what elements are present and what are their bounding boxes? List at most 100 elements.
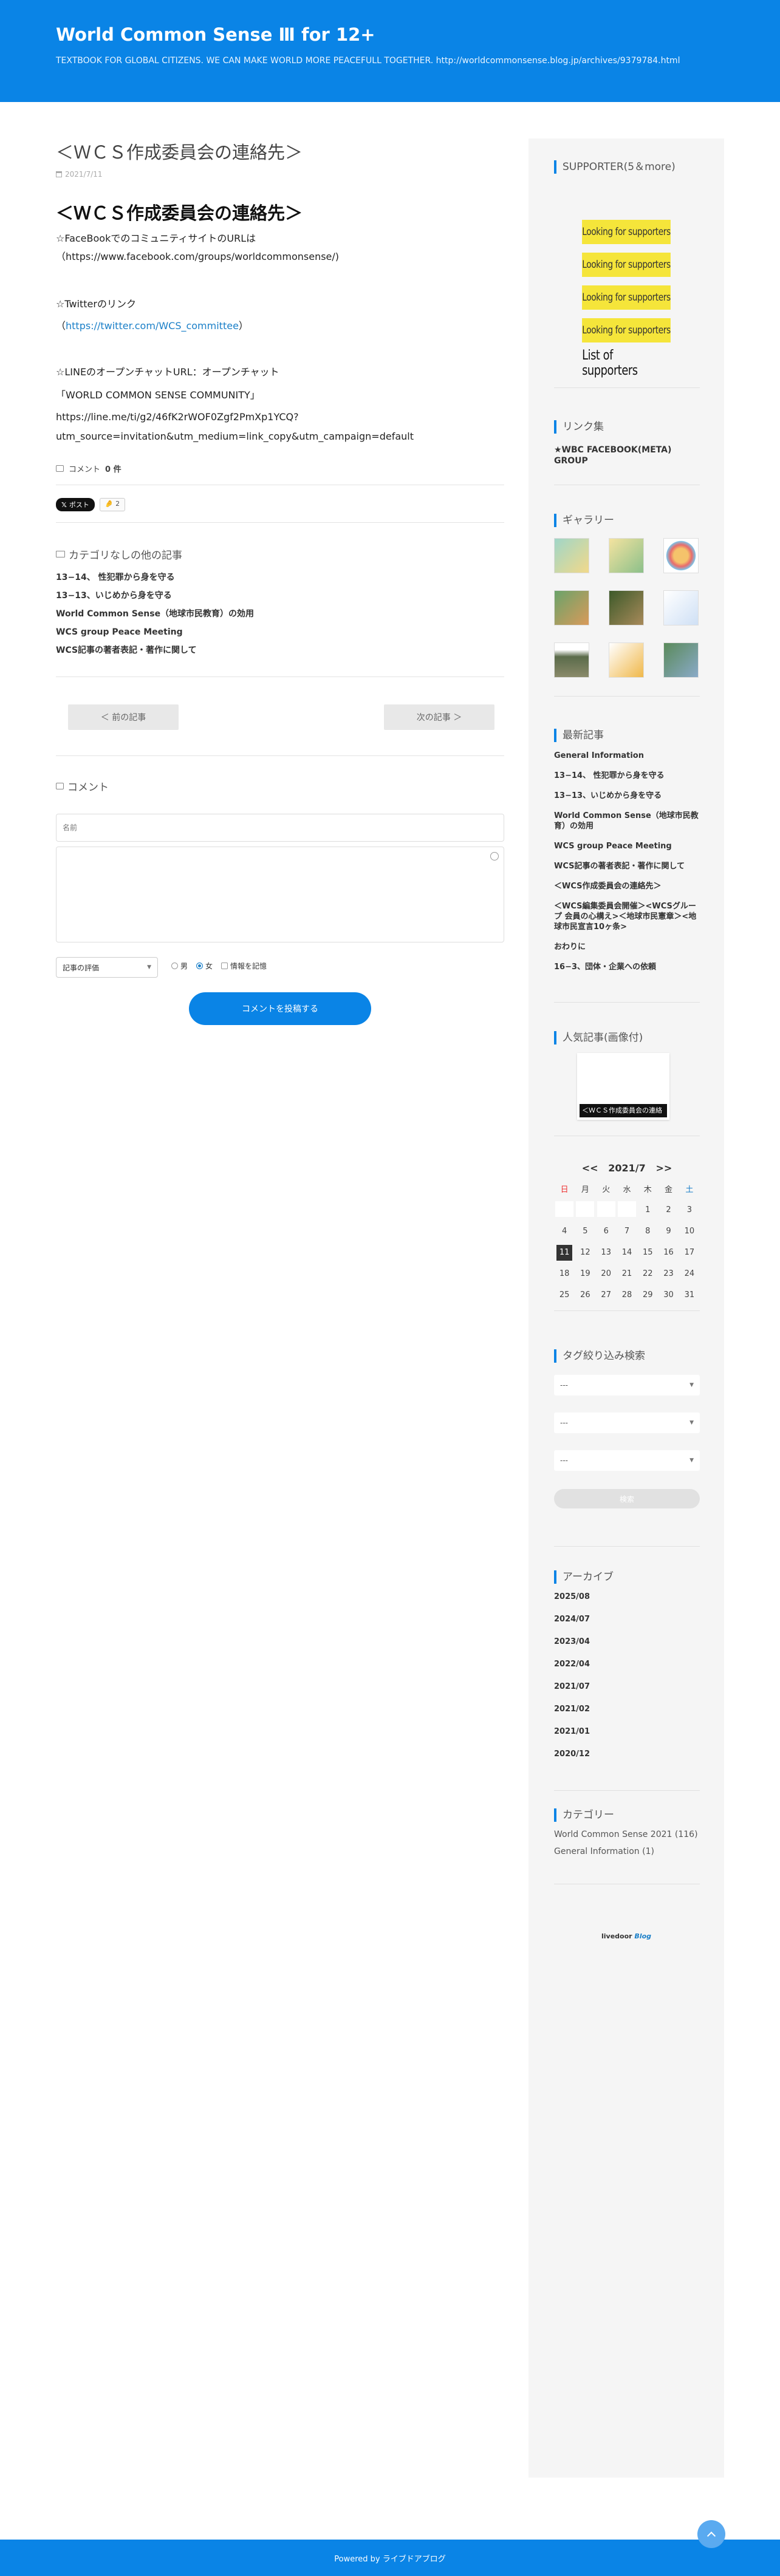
popular-article-caption: ＜ＷＣＳ作成委員会の連絡 (580, 1104, 667, 1117)
calendar-day-number: 19 (580, 1269, 590, 1278)
calendar-prev-button[interactable]: << (582, 1162, 598, 1174)
recent-article-link[interactable]: WCS記事の著者表記・著作に関して (554, 861, 700, 871)
back-to-top-button[interactable] (697, 2520, 725, 2548)
next-article-button[interactable]: 次の記事 ＞ (384, 704, 494, 730)
rating-select[interactable]: 記事の評価 ▼ (56, 957, 158, 978)
radio-icon (171, 963, 178, 969)
calendar-day: 29 (637, 1284, 658, 1306)
archive-link[interactable]: 2025/08 (554, 1592, 590, 1615)
category-link[interactable]: General Information (1) (554, 1846, 700, 1857)
archive-list: 2025/08 2024/07 2023/04 2022/04 2021/07 … (554, 1592, 590, 1772)
recent-article-link[interactable]: WCS group Peace Meeting (554, 841, 700, 851)
recent-article-link[interactable]: 13−14、 性犯罪から身を守る (554, 771, 700, 781)
tag-select[interactable]: --- ▼ (554, 1450, 700, 1471)
recent-article-link[interactable]: World Common Sense（地球市民教育）の効用 (554, 811, 700, 831)
supporter-list-banner[interactable]: List of supporters (582, 348, 671, 378)
gender-female-label: 女 (205, 962, 213, 970)
prev-article-button[interactable]: ＜ 前の記事 (68, 704, 179, 730)
gender-male-radio[interactable]: 男 (171, 961, 188, 971)
gallery-thumbnail[interactable] (554, 642, 589, 678)
calendar-day-number: 20 (601, 1269, 611, 1278)
twitter-open-paren: （ (56, 320, 66, 332)
gallery-thumbnail[interactable] (609, 590, 644, 625)
twitter-link[interactable]: https://twitter.com/WCS_committee (66, 320, 239, 332)
calendar-day-today[interactable]: 11 (554, 1242, 575, 1263)
rating-select-value: 記事の評価 (63, 963, 100, 972)
name-input[interactable] (56, 814, 504, 842)
gallery-thumbnail[interactable] (554, 538, 589, 573)
calendar-day-number: 5 (583, 1227, 588, 1236)
twitter-url-line: （https://twitter.com/WCS_committee） (56, 319, 248, 333)
chevron-up-icon (706, 2531, 716, 2540)
popular-article-card[interactable]: ＜ＷＣＳ作成委員会の連絡 (577, 1053, 669, 1120)
x-post-button[interactable]: 𝕏 ポスト (56, 498, 95, 511)
archive-link[interactable]: 2023/04 (554, 1637, 590, 1660)
calendar-day: 30 (658, 1284, 679, 1306)
fb-line: ☆FaceBookでのコミュニティサイトのURLは (56, 233, 256, 244)
gallery-thumbnail[interactable] (609, 642, 644, 678)
supporter-banner[interactable]: Looking for supporters (582, 285, 671, 310)
recent-article-link[interactable]: General Information (554, 751, 700, 761)
gallery-thumbnail[interactable] (663, 538, 699, 573)
tag-select[interactable]: --- ▼ (554, 1412, 700, 1433)
links-widget-title: リンク集 (554, 420, 604, 434)
comment-count-row[interactable]: コメント 0 件 (56, 463, 121, 474)
remember-checkbox[interactable]: 情報を記憶 (221, 961, 267, 971)
site-title[interactable]: World Common Sense Ⅲ for 12+ (56, 24, 375, 45)
archive-link[interactable]: 2021/01 (554, 1727, 590, 1750)
gallery-thumbnail[interactable] (663, 642, 699, 678)
recent-article-link[interactable]: おわりに (554, 942, 700, 952)
comment-textarea[interactable] (56, 847, 504, 942)
calendar-day-number: 17 (684, 1248, 695, 1257)
archive-link[interactable]: 2022/04 (554, 1660, 590, 1682)
post-title: ＜ＷＣＳ作成委員会の連絡先＞ (56, 142, 303, 163)
archive-link[interactable]: 2020/12 (554, 1750, 590, 1772)
gallery-thumbnail[interactable] (663, 590, 699, 625)
calendar-icon (56, 171, 62, 177)
calendar-day: 21 (617, 1263, 637, 1284)
category-article-link[interactable]: 13−13、いじめから身を守る (56, 587, 254, 605)
link-item[interactable]: ★WBC FACEBOOK(META) GROUP (554, 445, 700, 466)
gallery-thumbnail[interactable] (554, 590, 589, 625)
calendar-day-number: 9 (666, 1227, 671, 1236)
calendar-day-number: 6 (603, 1227, 609, 1236)
widget-divider (554, 387, 700, 388)
category-article-link[interactable]: 13−14、 性犯罪から身を守る (56, 568, 254, 587)
like-button[interactable]: 🤌 2 (99, 498, 126, 511)
divider (56, 755, 504, 756)
category-link[interactable]: World Common Sense 2021 (116) (554, 1829, 700, 1840)
supporter-banner[interactable]: Looking for supporters (582, 318, 671, 342)
calendar-day-number: 27 (601, 1290, 611, 1300)
calendar-day: 26 (575, 1284, 595, 1306)
category-article-link[interactable]: WCS group Peace Meeting (56, 623, 254, 641)
category-article-link[interactable]: WCS記事の著者表記・著作に関して (56, 641, 254, 659)
category-article-link[interactable]: World Common Sense（地球市民教育）の効用 (56, 605, 254, 623)
recent-article-link[interactable]: ＜WCS作成委員会の連絡先＞ (554, 881, 700, 891)
archive-link[interactable]: 2021/02 (554, 1705, 590, 1727)
supporter-banner[interactable]: Looking for supporters (582, 220, 671, 244)
recent-article-link[interactable]: ＜WCS編集委員会開催＞<WCSグループ 会員の心構え>＜地球市民憲章＞<地球市… (554, 901, 700, 932)
recent-article-link[interactable]: 16−3、団体・企業への依頼 (554, 962, 700, 972)
calendar-day-number: 30 (663, 1290, 674, 1300)
calendar-day: 28 (617, 1284, 637, 1306)
tag-search-button[interactable]: 検索 (554, 1489, 700, 1508)
gallery-thumbnail[interactable] (609, 538, 644, 573)
footer-text[interactable]: Powered by ライブドアブログ (334, 2552, 445, 2564)
livedoor-blog-logo[interactable]: livedoor Blog (529, 1932, 724, 1940)
recent-article-link[interactable]: 13−13、いじめから身を守る (554, 791, 700, 801)
checkbox-icon (221, 963, 228, 969)
calendar-day-number: 24 (684, 1269, 695, 1278)
tag-select[interactable]: --- ▼ (554, 1375, 700, 1395)
recent-articles-list: General Information 13−14、 性犯罪から身を守る 13−… (554, 751, 700, 982)
widget-divider (554, 1790, 700, 1791)
submit-comment-button[interactable]: コメントを投稿する (189, 992, 371, 1025)
supporter-banner[interactable]: Looking for supporters (582, 253, 671, 277)
gender-female-radio[interactable]: 女 (196, 961, 213, 971)
calendar-next-button[interactable]: >> (655, 1162, 672, 1174)
comment-icon (56, 783, 64, 789)
calendar-day-number: 31 (684, 1290, 695, 1300)
calendar-day: 8 (637, 1221, 658, 1242)
emoji-icon[interactable] (490, 852, 499, 860)
archive-link[interactable]: 2024/07 (554, 1615, 590, 1637)
archive-link[interactable]: 2021/07 (554, 1682, 590, 1705)
